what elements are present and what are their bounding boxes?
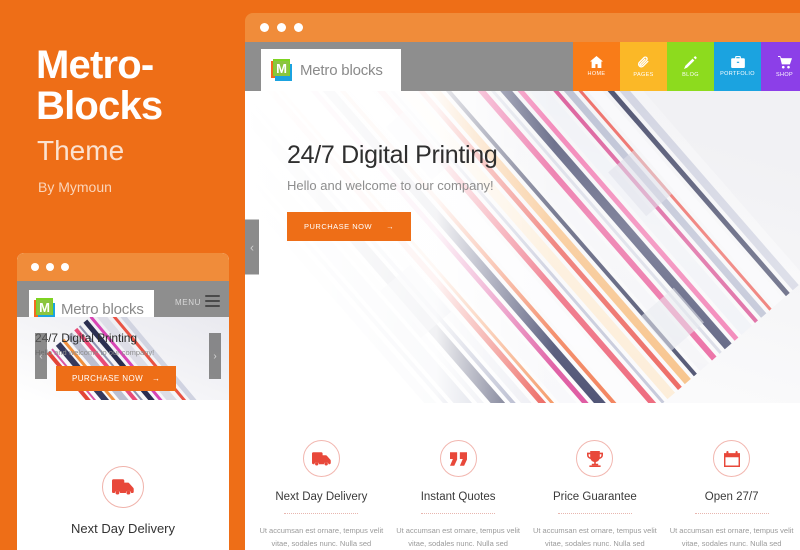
nav-tile-home-label: HOME bbox=[587, 71, 606, 77]
hero-slider: ‹ 24/7 Digital Printing Hello and welcom… bbox=[245, 91, 800, 403]
nav-tile-shop-label: SHOP bbox=[776, 71, 793, 78]
hero-caption: 24/7 Digital Printing Hello and welcome … bbox=[287, 141, 498, 241]
site-logo-text: Metro blocks bbox=[300, 61, 383, 79]
nav-tile-portfolio[interactable]: PORTFOLIO bbox=[714, 42, 761, 91]
quote-icon bbox=[439, 440, 477, 477]
tablet-slider-next[interactable]: › bbox=[209, 333, 221, 379]
feature-title: Price Guarantee bbox=[553, 491, 637, 503]
features-section: Next Day Delivery Ut accumsan est ornare… bbox=[245, 403, 800, 550]
window-dot-minimize-icon[interactable] bbox=[46, 263, 54, 271]
tablet-hero-caption: 24/7 Digital Printing Hello and welcome … bbox=[35, 331, 154, 357]
nav-tile-portfolio-label: PORTFOLIO bbox=[720, 71, 755, 77]
calendar-icon bbox=[713, 440, 751, 477]
window-dot-close-icon[interactable] bbox=[31, 263, 39, 271]
nav-tile-shop[interactable]: SHOP bbox=[761, 42, 800, 91]
arrow-right-icon: → bbox=[152, 374, 161, 383]
promo-author: By Mymoun bbox=[38, 179, 112, 195]
nav-tile-pages-label: PAGES bbox=[633, 71, 654, 78]
feature-title: Instant Quotes bbox=[420, 491, 496, 503]
tablet-logo-text: Metro blocks bbox=[61, 300, 144, 318]
paperclip-icon bbox=[637, 56, 650, 69]
browser-titlebar bbox=[245, 13, 800, 42]
feature-card: Open 27/7 Ut accumsan est ornare, tempus… bbox=[663, 440, 800, 550]
tablet-purchase-label: PURCHASE NOW bbox=[72, 374, 144, 383]
tablet-feature-title: Next Day Delivery bbox=[70, 521, 176, 536]
arrow-right-icon: → bbox=[386, 222, 395, 231]
page-viewport: M Metro blocks HOME PAGES BLOG PORTFOLIO… bbox=[245, 42, 800, 550]
truck-icon bbox=[302, 440, 340, 477]
tablet-preview: M Metro blocks MENU 24/7 Digital Printin… bbox=[17, 253, 229, 550]
pencil-icon bbox=[684, 55, 697, 69]
tablet-slider-prev[interactable]: ‹ bbox=[35, 333, 47, 379]
feature-card: Price Guarantee Ut accumsan est ornare, … bbox=[527, 440, 664, 550]
title-line-2: Blocks bbox=[36, 84, 163, 128]
site-header: M Metro blocks HOME PAGES BLOG PORTFOLIO… bbox=[245, 42, 800, 91]
feature-divider bbox=[557, 513, 632, 514]
window-dot-maximize-icon[interactable] bbox=[294, 23, 303, 32]
tablet-viewport: M Metro blocks MENU 24/7 Digital Printin… bbox=[17, 281, 229, 550]
feature-title: Next Day Delivery bbox=[275, 491, 368, 503]
feature-text: Ut accumsan est ornare, tempus velit vit… bbox=[259, 526, 384, 548]
hamburger-icon bbox=[205, 295, 220, 310]
feature-divider bbox=[694, 513, 769, 514]
feature-text: Ut accumsan est ornare, tempus velit vit… bbox=[532, 526, 657, 548]
hero-artwork bbox=[245, 91, 800, 403]
nav-tile-blog-label: BLOG bbox=[682, 71, 699, 78]
hero-subheading: Hello and welcome to our company! bbox=[287, 178, 494, 193]
page-title: Metro- Blocks bbox=[36, 45, 236, 127]
main-navigation: HOME PAGES BLOG PORTFOLIO SHOP bbox=[573, 42, 800, 91]
feature-card: Next Day Delivery Ut accumsan est ornare… bbox=[253, 440, 390, 550]
window-dot-close-icon[interactable] bbox=[260, 23, 269, 32]
tablet-hero-subheading: Hello and welcome to our company! bbox=[35, 348, 155, 357]
browser-window: M Metro blocks HOME PAGES BLOG PORTFOLIO… bbox=[245, 13, 800, 550]
tablet-feature: Next Day Delivery bbox=[17, 466, 229, 550]
window-dot-minimize-icon[interactable] bbox=[277, 23, 286, 32]
trophy-icon bbox=[576, 440, 614, 477]
briefcase-icon bbox=[730, 56, 745, 68]
logo-letter: M bbox=[37, 300, 52, 315]
tablet-hero: 24/7 Digital Printing Hello and welcome … bbox=[17, 317, 229, 400]
site-logo[interactable]: M Metro blocks bbox=[261, 49, 401, 91]
tablet-hero-heading: 24/7 Digital Printing bbox=[35, 331, 137, 345]
promo-subtitle: Theme bbox=[37, 135, 125, 166]
tablet-menu-label: MENU bbox=[175, 298, 201, 307]
tablet-purchase-button[interactable]: PURCHASE NOW → bbox=[56, 366, 177, 391]
hero-slider-prev[interactable]: ‹ bbox=[245, 219, 259, 275]
tablet-titlebar bbox=[17, 253, 229, 281]
truck-icon bbox=[102, 466, 144, 508]
window-dot-maximize-icon[interactable] bbox=[61, 263, 69, 271]
nav-tile-home[interactable]: HOME bbox=[573, 42, 620, 91]
purchase-now-button[interactable]: PURCHASE NOW → bbox=[287, 212, 412, 241]
purchase-now-label: PURCHASE NOW bbox=[304, 222, 373, 231]
feature-title: Open 27/7 bbox=[704, 491, 759, 503]
nav-tile-blog[interactable]: BLOG bbox=[667, 42, 714, 91]
cart-icon bbox=[777, 55, 792, 69]
title-line-1: Metro- bbox=[36, 43, 154, 87]
feature-divider bbox=[421, 513, 496, 514]
tablet-menu-button[interactable]: MENU bbox=[175, 295, 220, 310]
feature-divider bbox=[284, 513, 359, 514]
logo-letter: M bbox=[274, 61, 289, 76]
feature-text: Ut accumsan est ornare, tempus velit vit… bbox=[669, 526, 794, 548]
feature-card: Instant Quotes Ut accumsan est ornare, t… bbox=[390, 440, 527, 550]
logo-mark-icon: M bbox=[271, 59, 293, 81]
home-icon bbox=[590, 56, 603, 68]
nav-tile-pages[interactable]: PAGES bbox=[620, 42, 667, 91]
feature-text: Ut accumsan est ornare, tempus velit vit… bbox=[396, 526, 521, 548]
hero-heading: 24/7 Digital Printing bbox=[287, 141, 498, 169]
